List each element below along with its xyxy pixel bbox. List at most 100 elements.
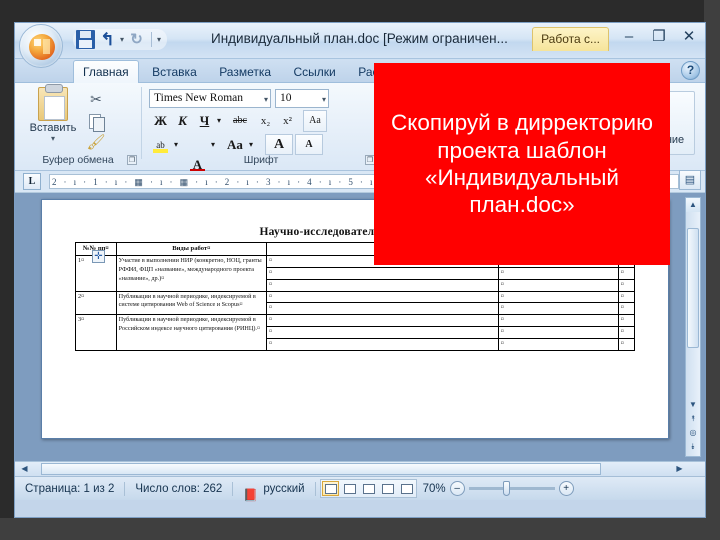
print-layout-icon: [325, 484, 337, 494]
row-middle-cell[interactable]: ¤: [267, 339, 499, 351]
scroll-left-icon[interactable]: ◀: [17, 462, 32, 476]
row-mark-cell[interactable]: ¤: [498, 303, 618, 315]
row-mark-cell[interactable]: ¤: [498, 267, 618, 279]
zoom-level[interactable]: 70%: [423, 483, 446, 495]
maximize-button[interactable]: ❐: [649, 29, 669, 45]
full-screen-reading-icon: [344, 484, 356, 494]
row-tail-cell: ¤: [618, 315, 634, 327]
row-mark-cell[interactable]: ¤: [498, 315, 618, 327]
help-icon[interactable]: ?: [681, 61, 700, 80]
minimize-button[interactable]: –: [619, 29, 639, 45]
vertical-scroll-thumb[interactable]: [687, 228, 699, 348]
previous-page-icon[interactable]: ⯭: [687, 412, 699, 426]
font-color-caret-icon[interactable]: ▾: [207, 135, 219, 155]
copy-icon[interactable]: [85, 111, 107, 131]
select-browse-object-icon[interactable]: ▤: [679, 170, 701, 190]
table-row[interactable]: 3¤ Публикации в научной периодике, индек…: [76, 315, 635, 327]
highlight-color-icon[interactable]: ab: [150, 135, 171, 155]
tab-home[interactable]: Главная: [73, 60, 139, 84]
row-mark-cell[interactable]: ¤: [498, 327, 618, 339]
clear-formatting-button[interactable]: Aa: [303, 110, 327, 132]
status-bar: Страница: 1 из 2 Число слов: 262 русский…: [15, 476, 705, 500]
table-move-handle[interactable]: ✛: [92, 250, 105, 263]
row-middle-cell[interactable]: ¤: [267, 291, 499, 303]
redo-icon[interactable]: ↻: [127, 30, 146, 49]
ribbon-divider-1: [141, 87, 142, 159]
scroll-down-icon[interactable]: ▼: [687, 398, 699, 412]
ribbon-group-font: Times New Roman ▾ 10 ▾ Ж К Ч ▾ abc x₂ x²…: [145, 85, 377, 167]
vertical-scrollbar[interactable]: ▲ ▼ ⯭ ◎ ⯯: [685, 197, 701, 457]
status-divider-3: [315, 482, 316, 496]
undo-caret-icon[interactable]: ▾: [120, 30, 124, 49]
zoom-in-button[interactable]: +: [559, 481, 574, 496]
horizontal-scrollbar[interactable]: ◀ ▶: [15, 461, 705, 476]
font-name-input[interactable]: Times New Roman ▾: [149, 89, 271, 108]
clipboard-icon: [38, 87, 68, 121]
contextual-tab-label[interactable]: Работа с...: [532, 27, 609, 51]
clipboard-dialog-launcher[interactable]: ❐: [127, 155, 137, 165]
undo-icon[interactable]: ↰: [98, 30, 117, 49]
underline-button[interactable]: Ч: [194, 111, 215, 131]
strikethrough-button[interactable]: abc: [227, 111, 253, 131]
close-button[interactable]: ✕: [679, 29, 699, 45]
paste-button[interactable]: Вставить ▾: [25, 87, 81, 151]
save-icon[interactable]: [76, 30, 95, 49]
row-middle-cell[interactable]: ¤: [267, 279, 499, 291]
grow-font-button[interactable]: A: [265, 134, 293, 155]
row-middle-cell[interactable]: ¤: [267, 315, 499, 327]
view-outline-button[interactable]: [379, 481, 396, 496]
superscript-button[interactable]: x²: [277, 111, 298, 131]
page-indicator[interactable]: Страница: 1 из 2: [15, 483, 124, 495]
view-print-layout-button[interactable]: [322, 481, 339, 496]
tab-stop-selector[interactable]: L: [23, 173, 41, 190]
font-size-caret-icon[interactable]: ▾: [322, 95, 326, 104]
subscript-button[interactable]: x₂: [255, 111, 276, 131]
cut-icon[interactable]: ✂: [85, 89, 107, 109]
scroll-right-icon[interactable]: ▶: [672, 462, 687, 476]
tab-references[interactable]: Ссылки: [285, 61, 345, 84]
slide-backdrop-top: [0, 0, 720, 22]
italic-button[interactable]: К: [172, 111, 193, 131]
paste-caret-icon[interactable]: ▾: [25, 134, 81, 143]
bold-button[interactable]: Ж: [150, 111, 171, 131]
table-header-work-type: Виды работ¤: [116, 243, 266, 256]
select-browse-object-button[interactable]: ◎: [687, 426, 699, 440]
word-count[interactable]: Число слов: 262: [125, 483, 232, 495]
view-full-screen-reading-button[interactable]: [341, 481, 358, 496]
format-painter-icon[interactable]: 🖌: [85, 133, 107, 153]
font-group-label: Шрифт: [145, 154, 377, 166]
office-logo-icon: [29, 34, 55, 60]
instruction-overlay-text: Скопируй в дирректорию проекта шаблон «И…: [374, 109, 670, 219]
office-button[interactable]: [19, 24, 63, 68]
customize-qat-caret-icon[interactable]: ▾: [157, 30, 161, 49]
ribbon-group-clipboard: Вставить ▾ ✂ 🖌 Буфер обмена ❐: [17, 85, 139, 167]
view-buttons: [320, 479, 417, 498]
row-middle-cell[interactable]: ¤: [267, 327, 499, 339]
table-row[interactable]: 2¤ Публикации в научной периодике, индек…: [76, 291, 635, 303]
change-case-caret-icon[interactable]: ▾: [245, 135, 257, 155]
horizontal-scroll-thumb[interactable]: [41, 463, 601, 475]
view-draft-button[interactable]: [398, 481, 415, 496]
row-mark-cell[interactable]: ¤: [498, 279, 618, 291]
language-indicator[interactable]: русский: [253, 483, 314, 495]
row-mark-cell[interactable]: ¤: [498, 339, 618, 351]
row-mark-cell[interactable]: ¤: [498, 291, 618, 303]
web-layout-icon: [363, 484, 375, 494]
row-middle-cell[interactable]: ¤: [267, 303, 499, 315]
highlight-caret-icon[interactable]: ▾: [170, 135, 182, 155]
tab-insert[interactable]: Вставка: [143, 61, 206, 84]
zoom-slider-thumb[interactable]: [503, 481, 510, 496]
scroll-up-icon[interactable]: ▲: [686, 198, 700, 212]
next-page-icon[interactable]: ⯯: [687, 440, 699, 454]
shrink-font-button[interactable]: A: [295, 134, 323, 155]
font-size-input[interactable]: 10 ▾: [275, 89, 329, 108]
change-case-button[interactable]: Aa: [223, 135, 247, 155]
underline-caret-icon[interactable]: ▾: [213, 111, 225, 131]
view-web-layout-button[interactable]: [360, 481, 377, 496]
row-middle-cell[interactable]: ¤: [267, 267, 499, 279]
zoom-slider-track[interactable]: [469, 487, 555, 490]
tab-page-layout[interactable]: Разметка: [210, 61, 280, 84]
paste-label: Вставить: [25, 122, 81, 134]
zoom-out-button[interactable]: –: [450, 481, 465, 496]
font-name-caret-icon[interactable]: ▾: [264, 95, 268, 104]
